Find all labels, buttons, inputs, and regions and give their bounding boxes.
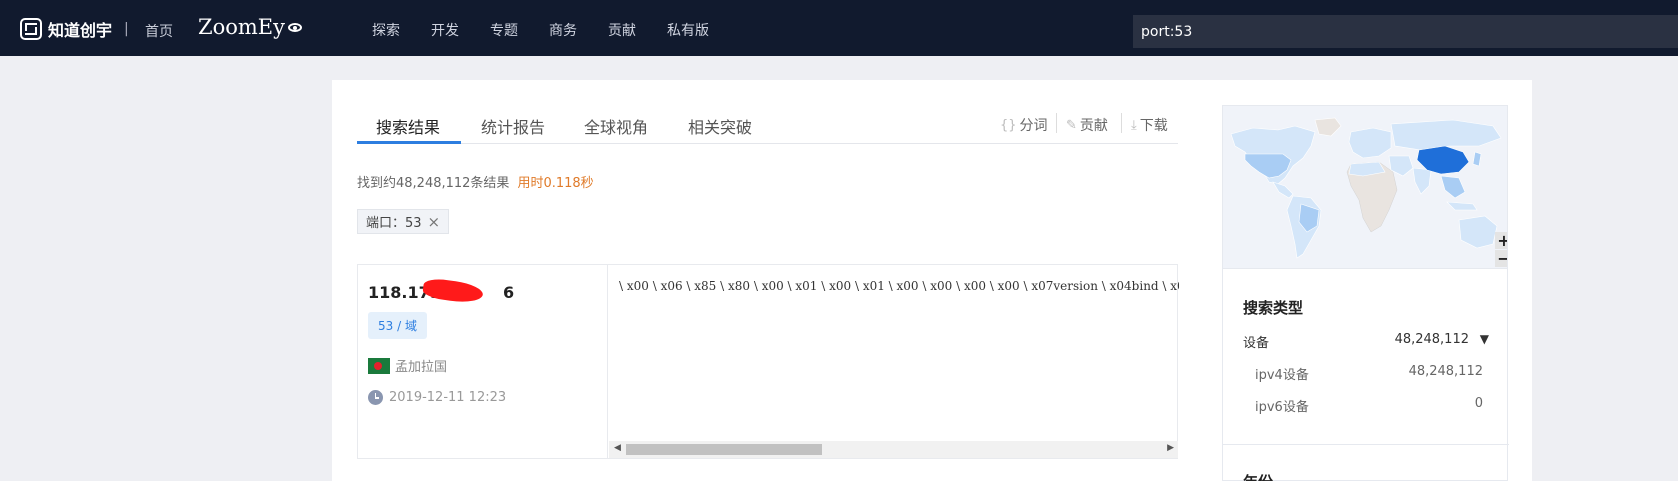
active-tab-indicator (357, 141, 461, 144)
main-nav: 探索 开发 专题 商务 贡献 私有版 (372, 20, 740, 40)
ipv6-label: ipv6设备 (1255, 400, 1309, 415)
scrollbar-thumb[interactable] (626, 444, 822, 455)
nav-contribute[interactable]: 贡献 (608, 20, 636, 40)
brand-text: ZoomEy (198, 15, 285, 39)
download-button[interactable]: ⤓ 下载 (1131, 115, 1168, 135)
ipv4-value: 48,248,112 (1408, 364, 1483, 379)
stat-row-ipv6[interactable]: ipv6设备 0 (1255, 396, 1483, 415)
japan-shape (1472, 151, 1482, 167)
map-zoom-out-button[interactable]: − (1495, 249, 1507, 268)
scroll-left-icon[interactable]: ◀ (614, 443, 621, 453)
southeast-asia-shape (1440, 175, 1466, 199)
download-icon: ⤓ (1131, 117, 1137, 133)
ipv6-value: 0 (1474, 396, 1483, 411)
clock-icon (368, 390, 383, 405)
nav-develop[interactable]: 开发 (431, 20, 459, 40)
filter-tag-port: 端口：53 × (357, 209, 450, 234)
scroll-right-icon[interactable]: ▶ (1167, 443, 1174, 453)
port-service-tag[interactable]: 53 / 域 (368, 312, 427, 339)
result-meta: 118.179. 6 53 / 域 孟加拉国 2019-12-11 12:23 (358, 265, 608, 458)
eye-icon (287, 22, 302, 32)
service-banner: \ x00 \ x06 \ x85 \ x80 \ x00 \ x01 \ x0… (619, 279, 1179, 293)
device-value: 48,248,112 (1394, 332, 1469, 347)
query-time: 用时0.118秒 (517, 176, 594, 191)
greenland-shape (1314, 117, 1342, 137)
device-label: 设备 (1243, 336, 1270, 351)
result-date: 2019-12-11 12:23 (368, 390, 506, 405)
close-icon[interactable]: × (428, 213, 441, 231)
indonesia-shape (1446, 201, 1478, 211)
world-map-svg (1230, 117, 1502, 259)
zoomeye-brand[interactable]: ZoomEy (198, 15, 302, 39)
stat-row-device[interactable]: 设备 48,248,112 ▼ (1243, 332, 1493, 351)
nav-explore[interactable]: 探索 (372, 20, 400, 40)
tool-divider (1121, 113, 1122, 133)
horizontal-scrollbar[interactable]: ◀ ▶ (609, 441, 1178, 458)
tokenize-label: 分词 (1019, 118, 1048, 134)
search-input[interactable] (1133, 15, 1678, 48)
nav-private-edition[interactable]: 私有版 (667, 20, 709, 40)
logo-text: 知道创宇 (48, 21, 113, 40)
stat-row-ipv4[interactable]: ipv4设备 48,248,112 (1255, 364, 1483, 383)
contribute-button[interactable]: ✎ 贡献 (1066, 115, 1108, 135)
edit-icon: ✎ (1066, 117, 1077, 133)
result-country[interactable]: 孟加拉国 (368, 356, 447, 375)
ip-tail-text: 6 (502, 283, 515, 302)
tokenize-button[interactable]: {} 分词 (1000, 115, 1048, 135)
search-type-panel: 搜索类型 设备 48,248,112 ▼ ipv4设备 48,248,112 i… (1222, 269, 1509, 481)
map-zoom-in-button[interactable]: + (1495, 231, 1507, 250)
top-nav-bar: 知道创宇 | 首页 ZoomEy 探索 开发 专题 商务 贡献 私有版 (0, 0, 1678, 56)
ipv4-label: ipv4设备 (1255, 368, 1309, 383)
result-card: 118.179. 6 53 / 域 孟加拉国 2019-12-11 12:23 \… (357, 264, 1179, 459)
caret-down-icon[interactable]: ▼ (1480, 332, 1489, 346)
russia-shape (1390, 119, 1502, 151)
result-count: 找到约48,248,112条结果 用时0.118秒 (357, 172, 594, 191)
knownsec-logo[interactable]: 知道创宇 | (20, 17, 129, 41)
tool-divider (1056, 113, 1057, 133)
download-label: 下载 (1139, 118, 1168, 134)
nav-topics[interactable]: 专题 (490, 20, 518, 40)
braces-icon: {} (1000, 117, 1017, 133)
contribute-label: 贡献 (1079, 118, 1108, 134)
result-tabs: 搜索结果 统计报告 全球视角 相关突破 {} 分词 ✎ 贡献 ⤓ 下载 (357, 110, 1178, 144)
world-map[interactable]: + − (1222, 105, 1508, 269)
tab-global-view[interactable]: 全球视角 (584, 114, 648, 138)
stats-divider (1223, 444, 1509, 445)
australia-shape (1458, 215, 1498, 249)
nav-business[interactable]: 商务 (549, 20, 577, 40)
tab-search-results[interactable]: 搜索结果 (376, 114, 440, 138)
tab-statistics-report[interactable]: 统计报告 (481, 114, 545, 138)
central-america-shape (1272, 181, 1294, 199)
search-type-title: 搜索类型 (1243, 299, 1304, 317)
nav-home-link[interactable]: 首页 (145, 21, 173, 41)
india-shape (1412, 167, 1432, 195)
logo-icon (20, 18, 42, 40)
result-count-text: 找到约48,248,112条结果 (357, 176, 510, 191)
country-text: 孟加拉国 (395, 360, 448, 375)
year-section-title: 年份 (1243, 471, 1273, 481)
bangladesh-flag-icon (368, 357, 390, 374)
tab-related-breakthroughs[interactable]: 相关突破 (688, 114, 752, 138)
logo-separator: | (124, 21, 129, 37)
filter-tag-label: 端口：53 (366, 216, 422, 231)
date-text: 2019-12-11 12:23 (389, 390, 507, 405)
europe-shape (1348, 127, 1392, 159)
